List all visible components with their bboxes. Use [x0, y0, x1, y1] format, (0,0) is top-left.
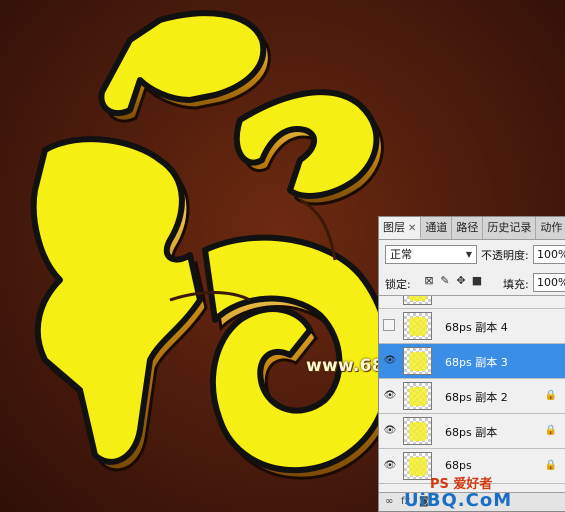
eye-icon[interactable]: 👁 [383, 355, 397, 367]
layer-row-top[interactable]: 👁 [379, 296, 565, 309]
tab-history[interactable]: 历史记录 [483, 217, 537, 239]
fill-label: 填充: [503, 278, 529, 291]
layer-name: 68ps 副本 3 [445, 356, 508, 369]
lock-move-icon[interactable]: ✥ [455, 275, 467, 287]
layer-thumbnail [403, 452, 432, 480]
layer-list[interactable]: 👁 68ps 副本 4 👁 68ps 副本 3 👁 68ps 副本 2 🔒 👁 … [379, 295, 565, 493]
layer-row-copy[interactable]: 👁 68ps 副本 🔒 [379, 414, 565, 449]
tab-history-label: 历史记录 [487, 221, 532, 234]
blend-mode-select[interactable]: 正常 ▼ [385, 245, 477, 264]
tab-paths[interactable]: 路径 [452, 217, 484, 239]
visibility-toggle-off[interactable] [383, 319, 395, 331]
layer-thumbnail [403, 296, 432, 305]
layer-name: 68ps [445, 459, 472, 472]
layer-thumbnail [403, 417, 432, 445]
opacity-label: 不透明度: [481, 249, 529, 262]
eye-icon[interactable]: 👁 [383, 425, 397, 437]
lock-icon: 🔒 [544, 390, 557, 401]
tab-channels-label: 通道 [425, 221, 448, 234]
lock-all-icon[interactable]: ■ [471, 275, 483, 287]
layer-thumbnail [403, 312, 432, 340]
lock-transparency-icon[interactable]: ⊠ [423, 275, 435, 287]
lock-icon: 🔒 [544, 425, 557, 436]
layer-name: 68ps 副本 4 [445, 321, 508, 334]
lock-brush-icon[interactable]: ✎ [439, 275, 451, 287]
eye-icon[interactable]: 👁 [383, 296, 397, 297]
eye-icon[interactable]: 👁 [383, 390, 397, 402]
layer-thumbnail [403, 382, 432, 410]
layer-name: 68ps 副本 2 [445, 391, 508, 404]
layer-thumbnail [403, 347, 432, 375]
tab-paths-label: 路径 [456, 221, 479, 234]
site-logo: UiBQ.CoM [404, 490, 513, 511]
layer-row-copy4[interactable]: 68ps 副本 4 [379, 309, 565, 344]
close-icon[interactable]: ✕ [408, 223, 416, 234]
lock-icon: 🔒 [544, 460, 557, 471]
lock-label: 锁定: [385, 278, 411, 291]
layer-row-copy3[interactable]: 👁 68ps 副本 3 [379, 344, 565, 379]
tab-layers[interactable]: 图层 ✕ [379, 217, 422, 239]
layer-name: 68ps 副本 [445, 426, 498, 439]
panel-tabs: 图层 ✕ 通道 路径 历史记录 动作 [379, 217, 565, 240]
tab-layers-label: 图层 [383, 221, 405, 234]
opacity-input[interactable]: 100% [533, 245, 565, 264]
fill-input[interactable]: 100% [533, 273, 565, 292]
blend-mode-value: 正常 [390, 248, 412, 261]
tab-actions-label: 动作 [540, 221, 563, 234]
tab-channels[interactable]: 通道 [421, 217, 453, 239]
link-layers-icon[interactable]: ∞ [385, 496, 393, 507]
chevron-down-icon: ▼ [465, 250, 472, 259]
layers-panel: 图层✕ 通道 路径 历史记录 动作 正常 ▼ 不透明度: 100% 锁定: ⊠ … [378, 216, 565, 512]
eye-icon[interactable]: 👁 [383, 460, 397, 472]
layer-row-copy2[interactable]: 👁 68ps 副本 2 🔒 [379, 379, 565, 414]
tab-actions[interactable]: 动作 [536, 217, 565, 239]
